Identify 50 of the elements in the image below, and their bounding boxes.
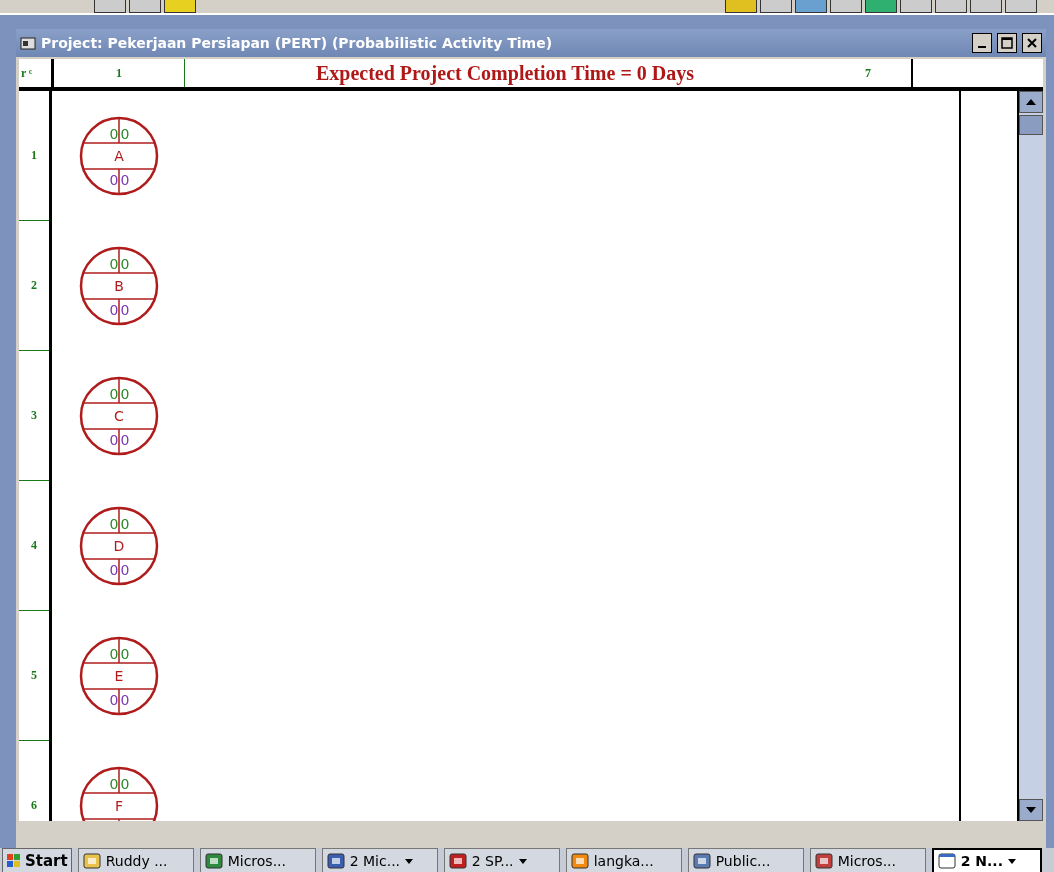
toolbar-icon[interactable]	[94, 0, 126, 13]
activity-node: 0 0 E 0 0	[77, 635, 160, 717]
scroll-down-button[interactable]	[1019, 799, 1043, 821]
toolbar-icon[interactable]	[164, 0, 196, 13]
column-header: 1	[54, 59, 185, 87]
maximize-button[interactable]	[997, 33, 1017, 53]
column-header: 7	[825, 59, 913, 87]
toolbar-icon[interactable]	[935, 0, 967, 13]
minimize-icon	[978, 46, 986, 48]
toolbar-icon[interactable]	[760, 0, 792, 13]
activity-node: 0 0 C 0 0	[77, 375, 160, 457]
toolbar-icon[interactable]	[900, 0, 932, 13]
up-arrow-icon	[1026, 99, 1036, 105]
activity-node: 0 0 D 0 0	[77, 505, 160, 587]
window-title: Project: Pekerjaan Persiapan (PERT) (Probabilistic Activity Time)	[41, 35, 554, 51]
toolbar-icon[interactable]	[795, 0, 827, 13]
taskbar-button[interactable]: Micros...	[199, 848, 316, 872]
corner-label: r ᶜ	[19, 59, 54, 87]
taskbar-button[interactable]: Public...	[687, 848, 804, 872]
taskbar-button[interactable]: Ruddy ...	[77, 848, 194, 872]
activity-node: 0 0 F	[77, 765, 160, 821]
taskbar-button[interactable]: langka...	[565, 848, 682, 872]
windows-flag-icon	[6, 853, 22, 869]
maximize-icon	[1001, 37, 1013, 49]
toolbar-icon[interactable]	[865, 0, 897, 13]
close-button[interactable]	[1022, 33, 1042, 53]
row-header: 4	[19, 481, 49, 611]
completion-time-title: Expected Project Completion Time = 0 Days	[315, 60, 695, 87]
toolbar-icon[interactable]	[830, 0, 862, 13]
scrollbar-thumb[interactable]	[1019, 115, 1043, 135]
toolbar-icon[interactable]	[970, 0, 1002, 13]
row-header: 1	[19, 91, 49, 221]
toolbar-icon[interactable]	[129, 0, 161, 13]
taskbar-button[interactable]: Micros...	[809, 848, 926, 872]
taskbar-button[interactable]: 2 SP...	[443, 848, 560, 872]
activity-node: 0 0 A 0 0	[77, 115, 160, 197]
row-header: 5	[19, 611, 49, 741]
row-header: 3	[19, 351, 49, 481]
scroll-up-button[interactable]	[1019, 91, 1043, 113]
toolbar-icon[interactable]	[1005, 0, 1037, 13]
down-arrow-icon	[1026, 807, 1036, 813]
activity-node: 0 0 B 0 0	[77, 245, 160, 327]
toolbar-icon[interactable]	[725, 0, 757, 13]
taskbar-button[interactable]: 2 N...	[931, 848, 1042, 872]
window-icon	[937, 852, 956, 870]
close-icon	[1026, 37, 1038, 49]
start-button[interactable]: Start	[2, 848, 72, 872]
row-header: 2	[19, 221, 49, 351]
taskbar-button[interactable]: 2 Mic...	[321, 848, 438, 872]
minimize-button[interactable]	[972, 33, 992, 53]
